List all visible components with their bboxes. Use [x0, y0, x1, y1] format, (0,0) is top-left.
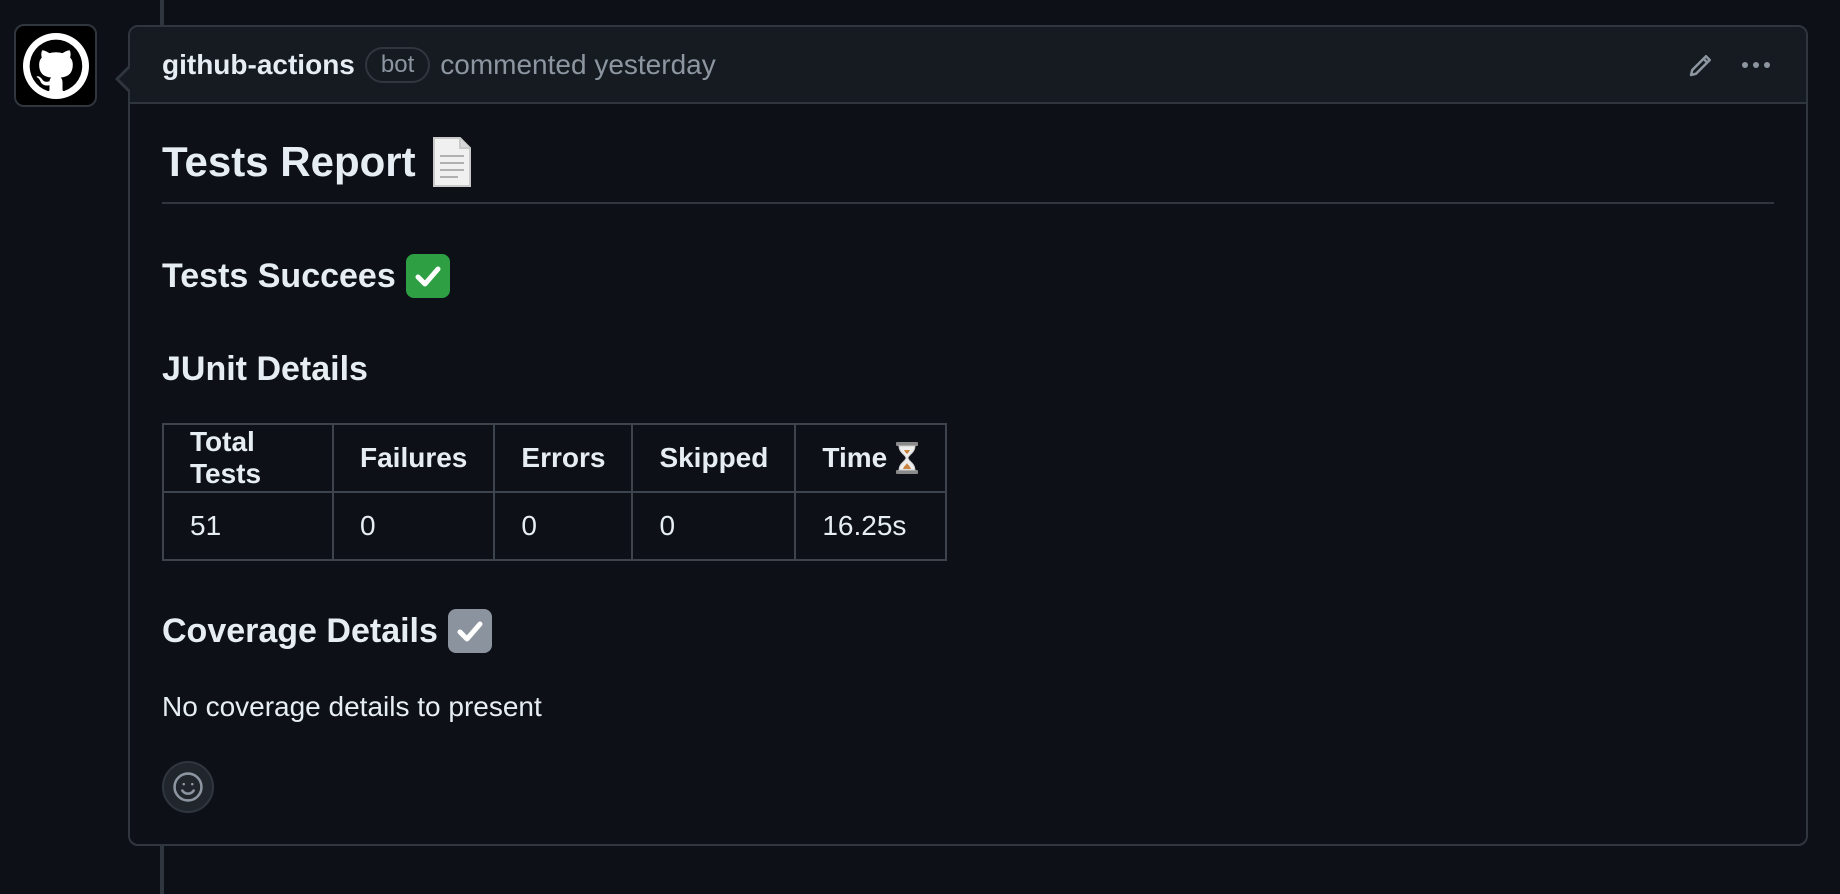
- kebab-horizontal-icon: [1742, 61, 1770, 68]
- header-time-label: Time: [822, 442, 888, 473]
- header-total-tests: Total Tests: [162, 423, 334, 493]
- comment-box: github-actions bot commented yesterday T…: [115, 25, 1808, 846]
- tests-status-heading: Tests Succees: [162, 254, 1774, 298]
- comment-body: Tests Report Tests Succees JUnit Details…: [130, 104, 1806, 813]
- cell-skipped: 0: [631, 491, 797, 561]
- cell-failures: 0: [331, 491, 496, 561]
- author-link[interactable]: github-actions: [162, 49, 355, 81]
- header-skipped: Skipped: [631, 423, 797, 493]
- junit-heading: JUnit Details: [162, 350, 368, 388]
- more-options-button[interactable]: [1738, 50, 1774, 80]
- avatar[interactable]: [14, 24, 97, 107]
- header-time: Time: [794, 423, 948, 493]
- comment-actions: [1686, 50, 1774, 80]
- junit-table: Total Tests Failures Errors Skipped Time: [162, 423, 948, 561]
- coverage-heading: Coverage Details: [162, 609, 1774, 653]
- smiley-icon: [173, 772, 203, 802]
- tests-status-text: Tests Succees: [162, 256, 396, 295]
- edit-button[interactable]: [1686, 50, 1716, 80]
- table-header-row: Total Tests Failures Errors Skipped Time: [162, 423, 948, 493]
- report-title-text: Tests Report: [162, 138, 416, 185]
- report-title: Tests Report: [162, 136, 1774, 204]
- header-failures: Failures: [331, 423, 496, 493]
- comment-header: github-actions bot commented yesterday: [130, 27, 1806, 104]
- cell-time: 16.25s: [794, 491, 948, 561]
- pencil-icon: [1689, 54, 1711, 76]
- add-reaction-button[interactable]: [162, 761, 214, 813]
- github-logo-icon: [22, 32, 89, 99]
- coverage-heading-text: Coverage Details: [162, 611, 438, 650]
- comment-timestamp[interactable]: commented yesterday: [440, 49, 715, 81]
- green-check-icon: [405, 254, 450, 298]
- hourglass-icon: [896, 442, 919, 474]
- cell-total-tests: 51: [162, 491, 334, 561]
- document-icon: [432, 137, 471, 187]
- gray-check-icon: [447, 609, 492, 653]
- comment-arrow-inner: [119, 67, 131, 91]
- header-errors: Errors: [493, 423, 634, 493]
- table-row: 51 0 0 0 16.25s: [162, 491, 948, 561]
- bot-badge: bot: [364, 46, 431, 83]
- cell-errors: 0: [493, 491, 634, 561]
- coverage-text: No coverage details to present: [162, 691, 542, 722]
- timeline: github-actions bot commented yesterday T…: [0, 0, 1840, 894]
